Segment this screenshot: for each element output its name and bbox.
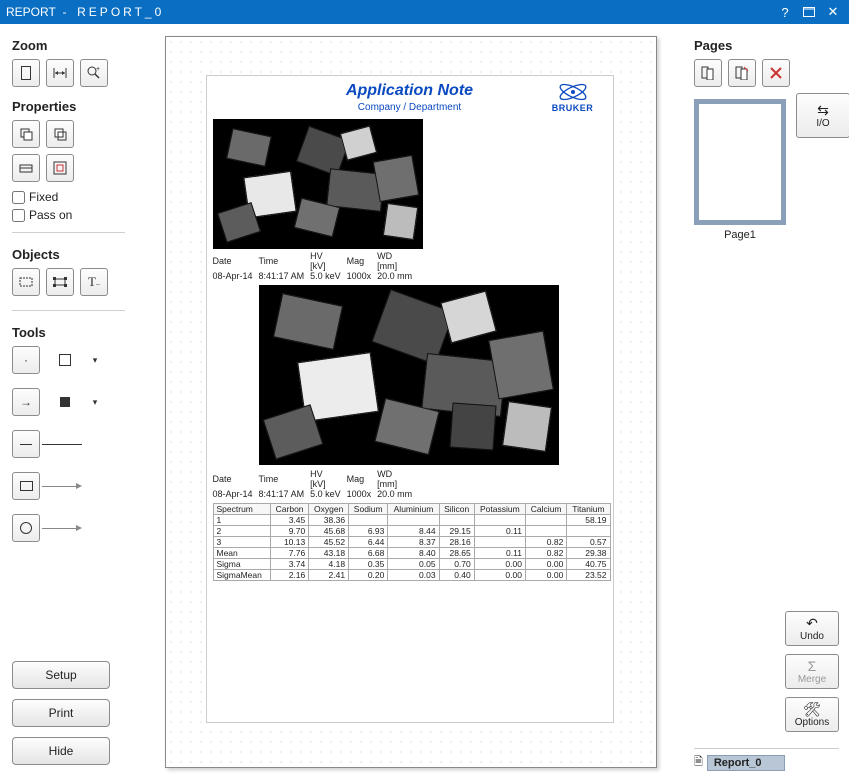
tool-point-button[interactable]: · (12, 346, 40, 374)
page-content: Application Note Company / Department BR… (206, 75, 614, 723)
prop-3-button[interactable] (12, 154, 40, 182)
canvas[interactable]: Application Note Company / Department BR… (137, 24, 684, 780)
print-button[interactable]: Print (12, 699, 110, 727)
zoom-fit-width-button[interactable] (46, 59, 74, 87)
pages-insert-button[interactable] (728, 59, 756, 87)
tool-circle-button[interactable] (12, 514, 40, 542)
titlebar: REPORT - REPORT_0 ? ✕ (0, 0, 849, 24)
page1-thumbnail[interactable] (694, 99, 786, 225)
maximize-button[interactable] (799, 4, 819, 20)
undo-button[interactable]: ↶ Undo (785, 611, 839, 646)
tab-report0[interactable]: Report_0 (707, 755, 785, 771)
passon-label: Pass on (29, 208, 72, 222)
page-icon: 🗎 (694, 753, 703, 772)
prop-2-button[interactable] (46, 120, 74, 148)
sigma-icon: Σ (808, 659, 817, 673)
separator (12, 232, 125, 233)
svg-text:+: + (96, 66, 100, 73)
bruker-logo: BRUKER (543, 82, 603, 113)
io-button[interactable]: ⇆ I/O (796, 93, 849, 138)
zoom-fit-page-button[interactable] (12, 59, 40, 87)
help-button[interactable]: ? (775, 4, 795, 20)
close-button[interactable]: ✕ (823, 4, 843, 20)
sem-image-2 (259, 285, 559, 465)
outline-dropdown[interactable]: ▾ (88, 355, 102, 366)
object-handles-button[interactable] (46, 268, 74, 296)
setup-button[interactable]: Setup (12, 661, 110, 689)
tools-heading: Tools (12, 325, 125, 340)
prop-4-button[interactable] (46, 154, 74, 182)
pages-heading: Pages (694, 38, 839, 53)
options-icon: 🛠 (803, 702, 821, 716)
fixed-checkbox[interactable] (12, 191, 25, 204)
options-button[interactable]: 🛠 Options (785, 697, 839, 732)
prop-1-button[interactable] (12, 120, 40, 148)
meta-table-2: Date Time HV[kV] Mag WD[mm] 08-Apr-14 8:… (213, 469, 419, 499)
sem-image-1 (213, 119, 423, 249)
fixed-label: Fixed (29, 190, 58, 204)
tool-line-button[interactable] (12, 430, 40, 458)
properties-heading: Properties (12, 99, 125, 114)
arrowstyle2-sample (42, 523, 88, 533)
linestyle-sample (42, 444, 88, 445)
zoom-custom-button[interactable]: + (80, 59, 108, 87)
outline-sample (42, 354, 88, 366)
merge-button: Σ Merge (785, 654, 839, 689)
object-text-button[interactable]: T.. (80, 268, 108, 296)
page-title: Application Note (277, 82, 543, 100)
zoom-heading: Zoom (12, 38, 125, 53)
passon-checkbox[interactable] (12, 209, 25, 222)
undo-icon: ↶ (806, 616, 818, 630)
passon-checkbox-row[interactable]: Pass on (12, 208, 125, 222)
right-sidebar: Pages Page1 ⇆ I/O ↶ Undo (684, 24, 849, 780)
meta-table-1: Date Time HV[kV] Mag WD[mm] 08-Apr-14 8:… (213, 251, 419, 281)
report-page[interactable]: Application Note Company / Department BR… (165, 36, 657, 768)
pages-new-button[interactable] (694, 59, 722, 87)
tab-bar: 🗎 Report_0 (694, 748, 839, 772)
left-sidebar: Zoom + Properties Fixed Pass on Objects (0, 24, 137, 780)
window-title: REPORT - REPORT_0 (6, 5, 771, 19)
separator (12, 310, 125, 311)
arrowstyle1-sample (42, 481, 88, 491)
object-select-button[interactable] (12, 268, 40, 296)
page-subtitle: Company / Department (277, 102, 543, 113)
swap-icon: ⇆ (817, 103, 829, 117)
fixed-checkbox-row[interactable]: Fixed (12, 190, 125, 204)
fill-sample (42, 397, 88, 407)
page1-label: Page1 (724, 229, 756, 241)
objects-heading: Objects (12, 247, 125, 262)
spectrum-table: SpectrumCarbonOxygenSodiumAluminiumSilic… (213, 503, 611, 581)
fill-dropdown[interactable]: ▾ (88, 397, 102, 408)
tool-rect-button[interactable] (12, 472, 40, 500)
hide-button[interactable]: Hide (12, 737, 110, 765)
pages-delete-button[interactable] (762, 59, 790, 87)
tool-arrow-button[interactable]: → (12, 388, 40, 416)
